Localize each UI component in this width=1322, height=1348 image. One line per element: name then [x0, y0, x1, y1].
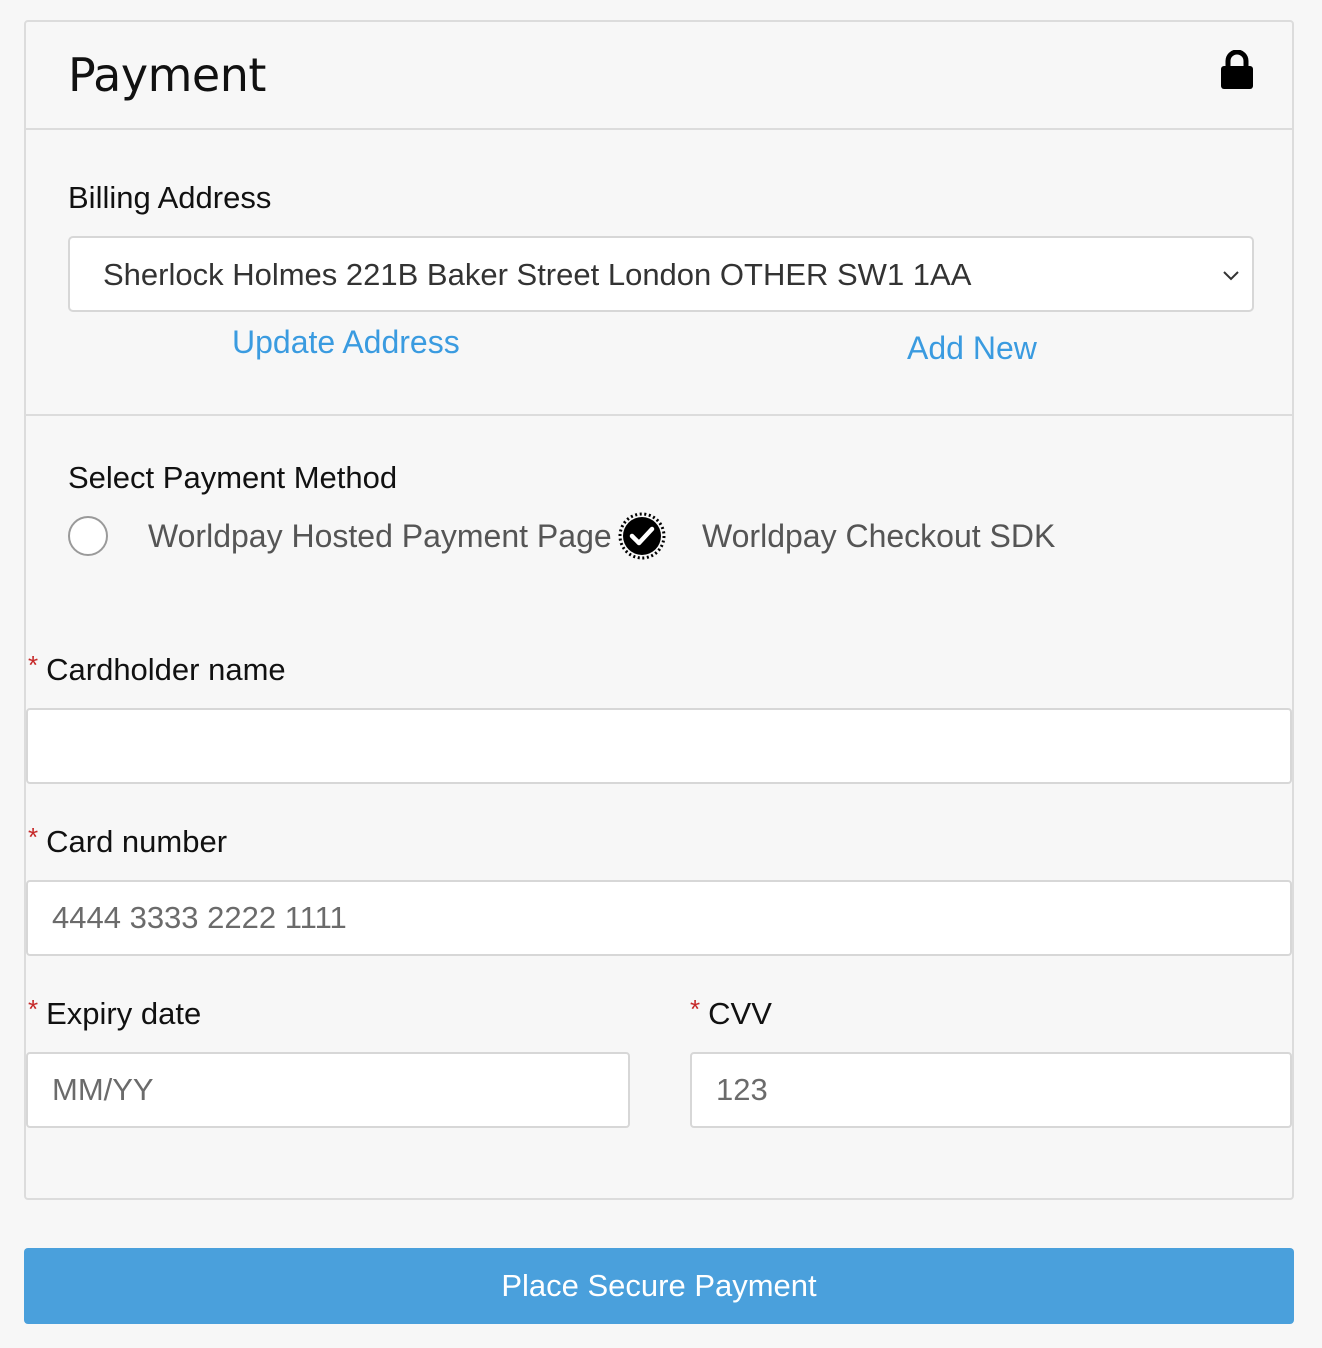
billing-address-select[interactable]: Sherlock Holmes 221B Baker Street London…: [68, 236, 1254, 312]
cvv-label: * CVV: [690, 994, 772, 1031]
panel-header: Payment: [26, 22, 1292, 130]
required-marker: *: [28, 650, 39, 680]
chevron-down-icon: [1223, 271, 1239, 281]
update-address-link[interactable]: Update Address: [232, 324, 460, 361]
required-marker: *: [690, 994, 701, 1024]
expiry-date-input[interactable]: [26, 1052, 630, 1128]
selected-address: Sherlock Holmes 221B Baker Street London…: [103, 257, 972, 292]
radio-label-checkout-sdk[interactable]: Worldpay Checkout SDK: [702, 518, 1055, 555]
billing-address-label: Billing Address: [68, 180, 272, 215]
page-title: Payment: [68, 48, 266, 102]
radio-label-hosted-payment-page[interactable]: Worldpay Hosted Payment Page: [148, 518, 612, 555]
card-number-label: * Card number: [28, 822, 228, 859]
cardholder-name-input[interactable]: [26, 708, 1292, 784]
payment-method-label: Select Payment Method: [68, 460, 398, 495]
radio-hosted-payment-page[interactable]: [68, 516, 108, 556]
checked-badge-icon[interactable]: [618, 512, 666, 560]
cardholder-name-label: * Cardholder name: [28, 650, 286, 687]
card-number-input[interactable]: [26, 880, 1292, 956]
place-secure-payment-button[interactable]: Place Secure Payment: [24, 1248, 1294, 1324]
lock-icon: [1221, 50, 1253, 89]
payment-panel: Payment Billing Address Sherlock Holmes …: [24, 20, 1294, 1200]
add-new-address-link[interactable]: Add New: [907, 330, 1037, 367]
required-marker: *: [28, 822, 39, 852]
expiry-date-label: * Expiry date: [28, 994, 202, 1031]
billing-section: Billing Address Sherlock Holmes 221B Bak…: [26, 130, 1292, 416]
cvv-input[interactable]: [690, 1052, 1292, 1128]
required-marker: *: [28, 994, 39, 1024]
